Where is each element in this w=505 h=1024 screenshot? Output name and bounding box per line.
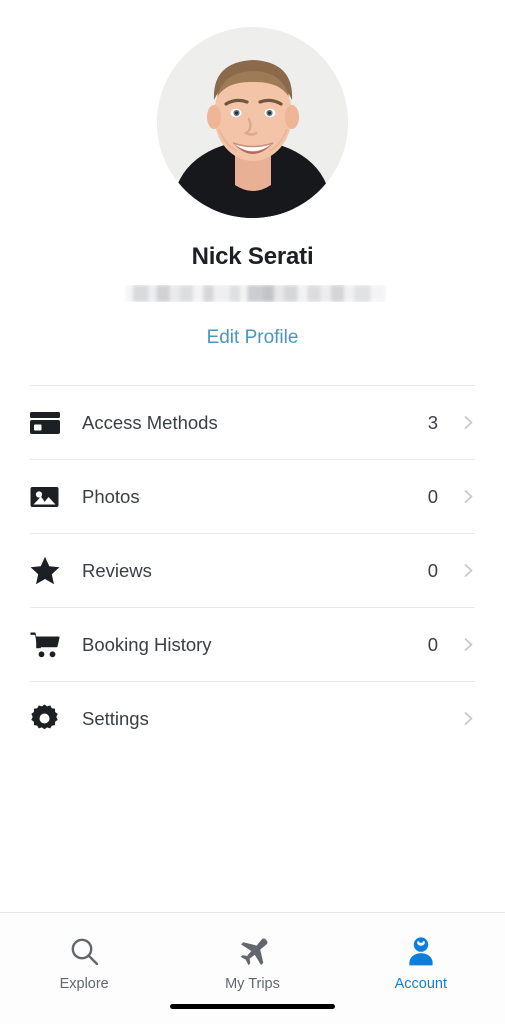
menu-item-photos[interactable]: Photos 0 <box>0 460 505 533</box>
tab-my-trips[interactable]: My Trips <box>168 913 336 992</box>
menu-item-access-methods[interactable]: Access Methods 3 <box>0 386 505 459</box>
tab-account[interactable]: Account <box>337 913 505 992</box>
avatar[interactable] <box>157 27 348 218</box>
photo-icon <box>30 485 64 509</box>
menu-item-reviews[interactable]: Reviews 0 <box>0 534 505 607</box>
shopping-cart-icon <box>30 631 64 658</box>
menu-item-label: Photos <box>82 485 140 507</box>
edit-profile-link[interactable]: Edit Profile <box>0 327 505 349</box>
chevron-right-icon <box>462 638 475 651</box>
person-icon <box>407 935 435 967</box>
menu-item-label: Settings <box>82 707 149 729</box>
page-title: Nick Serati <box>191 243 314 270</box>
credit-card-icon <box>30 411 64 435</box>
menu-item-value: 0 <box>427 633 438 655</box>
search-icon <box>70 935 99 967</box>
gear-icon <box>30 704 64 733</box>
menu-item-value: 0 <box>427 559 438 581</box>
menu-item-booking-history[interactable]: Booking History 0 <box>0 608 505 681</box>
menu-item-label: Access Methods <box>82 411 218 433</box>
user-avatar-photo <box>157 27 348 218</box>
home-indicator <box>170 1004 335 1009</box>
chevron-right-icon <box>462 490 475 503</box>
account-menu-list: Access Methods 3 Photos 0 Reviews 0 Book… <box>0 385 505 755</box>
menu-item-value: 3 <box>427 411 438 433</box>
account-profile-screen: Nick Serati Edit Profile Access Methods … <box>0 0 505 1024</box>
menu-item-label: Booking History <box>82 633 212 655</box>
airplane-icon <box>237 935 268 967</box>
email-redacted <box>125 285 386 302</box>
chevron-right-icon <box>462 564 475 577</box>
tab-label: Explore <box>59 976 109 992</box>
tab-explore[interactable]: Explore <box>0 913 168 992</box>
chevron-right-icon <box>462 416 475 429</box>
menu-item-settings[interactable]: Settings <box>0 682 505 755</box>
menu-item-value: 0 <box>427 485 438 507</box>
menu-item-label: Reviews <box>82 559 152 581</box>
tab-label: Account <box>394 976 448 992</box>
star-icon <box>30 556 64 585</box>
tab-label: My Trips <box>225 976 280 992</box>
chevron-right-icon <box>462 712 475 725</box>
